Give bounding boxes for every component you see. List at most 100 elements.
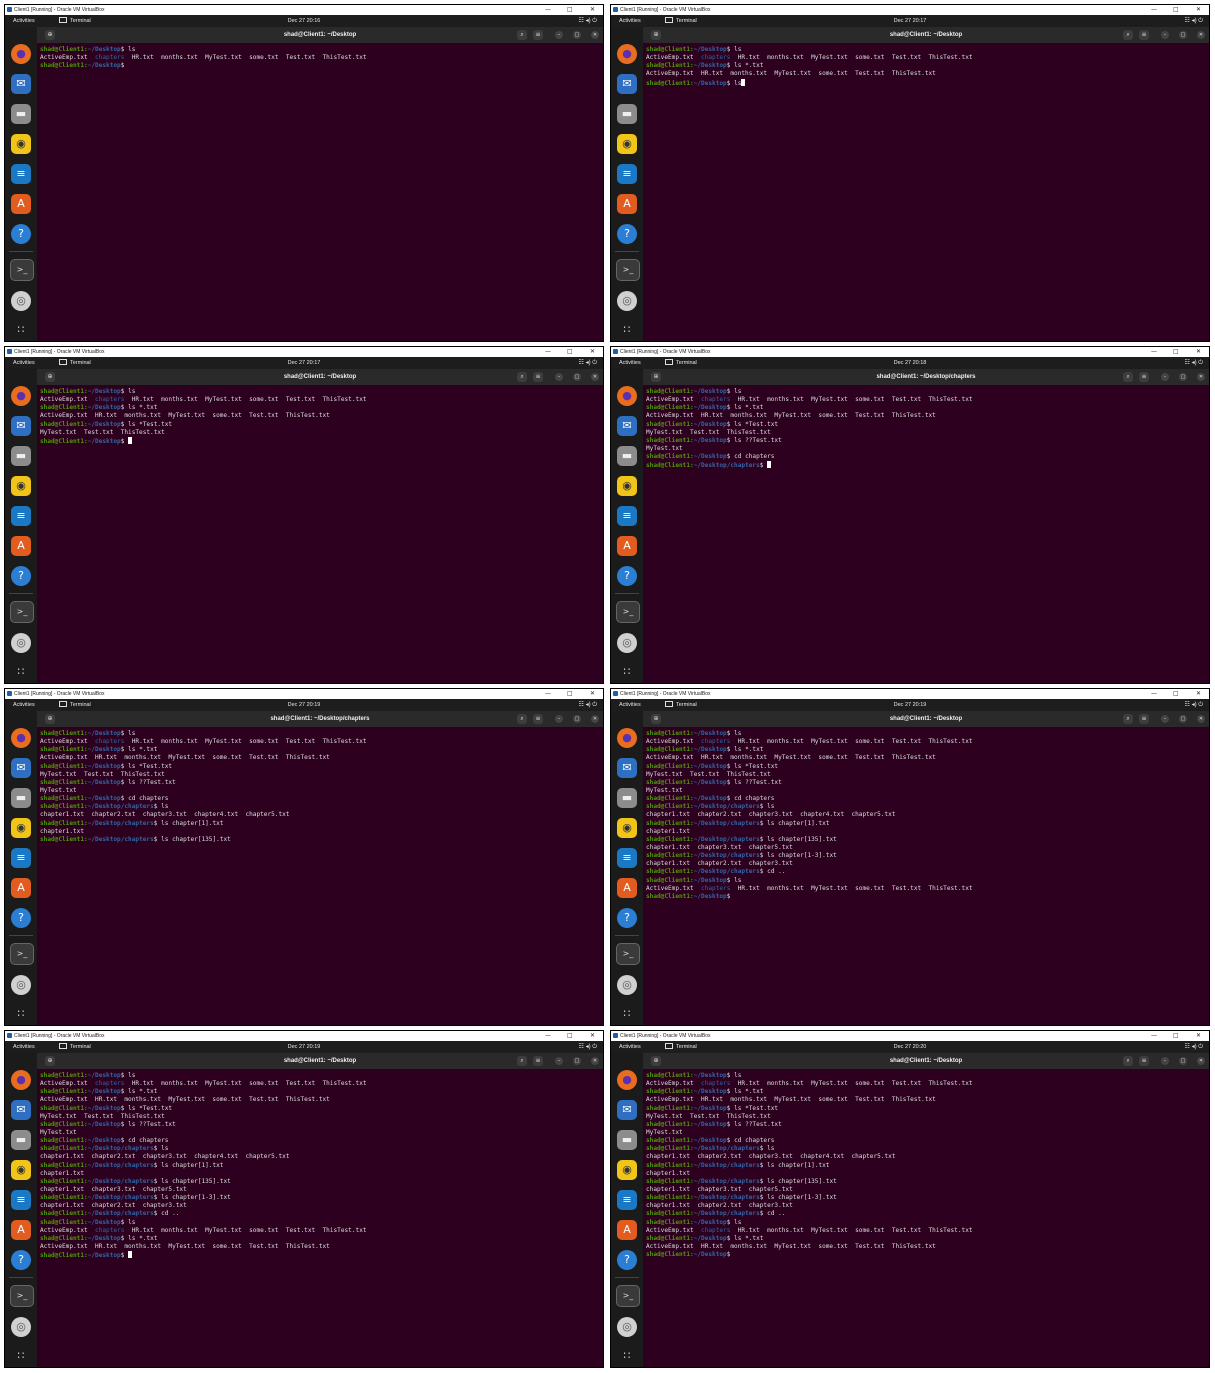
search-icon[interactable]: ⌕ (1123, 714, 1133, 724)
vbox-maximize-icon[interactable]: □ (1173, 347, 1179, 357)
software-icon[interactable]: A (11, 536, 31, 556)
menu-icon[interactable]: ≡ (1139, 372, 1149, 382)
thunderbird-icon[interactable]: ✉ (11, 416, 31, 436)
terminal-icon[interactable]: >_ (616, 259, 640, 281)
help-icon[interactable]: ? (617, 1250, 637, 1270)
terminal-maximize-button[interactable]: □ (1179, 31, 1187, 39)
clock[interactable]: Dec 27 20:19 (611, 699, 1209, 711)
rhythmbox-icon[interactable]: ◉ (11, 818, 31, 838)
terminal-minimize-button[interactable]: – (555, 1057, 563, 1065)
search-icon[interactable]: ⌕ (1123, 1056, 1133, 1066)
vbox-maximize-icon[interactable]: □ (1173, 1031, 1179, 1041)
vbox-maximize-icon[interactable]: □ (567, 5, 573, 15)
rhythmbox-icon[interactable]: ◉ (617, 1160, 637, 1180)
clock[interactable]: Dec 27 20:17 (611, 15, 1209, 27)
menu-icon[interactable]: ≡ (533, 372, 543, 382)
rhythmbox-icon[interactable]: ◉ (617, 134, 637, 154)
menu-icon[interactable]: ≡ (1139, 30, 1149, 40)
terminal-output[interactable]: shad@Client1:~/Desktop$ ls ActiveEmp.txt … (40, 730, 600, 1025)
writer-icon[interactable]: ≡ (617, 1190, 637, 1210)
software-icon[interactable]: A (11, 194, 31, 214)
terminal-output[interactable]: shad@Client1:~/Desktop$ ls ActiveEmp.txt … (646, 1072, 1206, 1367)
rhythmbox-icon[interactable]: ◉ (11, 1160, 31, 1180)
files-icon[interactable]: ▬ (11, 1130, 31, 1150)
rhythmbox-icon[interactable]: ◉ (617, 476, 637, 496)
terminal-output[interactable]: shad@Client1:~/Desktop$ ls ActiveEmp.txt … (646, 730, 1206, 1025)
firefox-icon[interactable]: ● (11, 44, 31, 64)
system-tray[interactable]: ☷ ◂) ⏻ (579, 357, 597, 369)
vbox-maximize-icon[interactable]: □ (1173, 689, 1179, 699)
terminal-maximize-button[interactable]: □ (1179, 715, 1187, 723)
terminal-maximize-button[interactable]: □ (573, 373, 581, 381)
writer-icon[interactable]: ≡ (11, 848, 31, 868)
software-icon[interactable]: A (617, 194, 637, 214)
software-icon[interactable]: A (617, 878, 637, 898)
terminal-maximize-button[interactable]: □ (1179, 373, 1187, 381)
apps-grid-icon[interactable]: ∷ (617, 1004, 637, 1024)
vbox-minimize-icon[interactable]: — (545, 689, 551, 699)
terminal-output[interactable]: shad@Client1:~/Desktop$ ls ActiveEmp.txt … (646, 388, 1206, 683)
terminal-window[interactable]: ⊕ shad@Client1: ~/Desktop/chapters ⌕ ≡ – □ ✕ sh… (643, 369, 1209, 683)
help-icon[interactable]: ? (617, 224, 637, 244)
system-tray[interactable]: ☷ ◂) ⏻ (1185, 1041, 1203, 1053)
help-icon[interactable]: ? (11, 908, 31, 928)
disc-icon[interactable]: ◎ (11, 1317, 31, 1337)
terminal-output[interactable]: shad@Client1:~/Desktop$ ls ActiveEmp.txt … (40, 46, 600, 341)
terminal-minimize-button[interactable]: – (1161, 373, 1169, 381)
rhythmbox-icon[interactable]: ◉ (617, 818, 637, 838)
terminal-output[interactable]: shad@Client1:~/Desktop$ ls ActiveEmp.txt … (40, 1072, 600, 1367)
terminal-icon[interactable]: >_ (10, 259, 34, 281)
writer-icon[interactable]: ≡ (11, 164, 31, 184)
thunderbird-icon[interactable]: ✉ (617, 1100, 637, 1120)
help-icon[interactable]: ? (617, 566, 637, 586)
apps-grid-icon[interactable]: ∷ (617, 320, 637, 340)
writer-icon[interactable]: ≡ (617, 164, 637, 184)
vbox-maximize-icon[interactable]: □ (567, 1031, 573, 1041)
apps-grid-icon[interactable]: ∷ (11, 1346, 31, 1366)
files-icon[interactable]: ▬ (617, 788, 637, 808)
vbox-minimize-icon[interactable]: — (545, 5, 551, 15)
terminal-minimize-button[interactable]: – (1161, 31, 1169, 39)
apps-grid-icon[interactable]: ∷ (617, 662, 637, 682)
help-icon[interactable]: ? (617, 908, 637, 928)
firefox-icon[interactable]: ● (617, 44, 637, 64)
vbox-close-icon[interactable]: ✕ (1196, 347, 1201, 357)
apps-grid-icon[interactable]: ∷ (11, 320, 31, 340)
terminal-close-button[interactable]: ✕ (591, 31, 599, 39)
files-icon[interactable]: ▬ (617, 1130, 637, 1150)
search-icon[interactable]: ⌕ (517, 1056, 527, 1066)
vbox-close-icon[interactable]: ✕ (1196, 5, 1201, 15)
help-icon[interactable]: ? (11, 224, 31, 244)
vbox-maximize-icon[interactable]: □ (567, 689, 573, 699)
vbox-close-icon[interactable]: ✕ (1196, 689, 1201, 699)
terminal-window[interactable]: ⊕ shad@Client1: ~/Desktop/chapters ⌕ ≡ – □ ✕ sh… (37, 711, 603, 1025)
terminal-maximize-button[interactable]: □ (1179, 1057, 1187, 1065)
system-tray[interactable]: ☷ ◂) ⏻ (579, 1041, 597, 1053)
firefox-icon[interactable]: ● (617, 1070, 637, 1090)
firefox-icon[interactable]: ● (11, 1070, 31, 1090)
clock[interactable]: Dec 27 20:20 (611, 1041, 1209, 1053)
terminal-window[interactable]: ⊕ shad@Client1: ~/Desktop ⌕ ≡ – □ ✕ shad@Client… (37, 1053, 603, 1367)
rhythmbox-icon[interactable]: ◉ (11, 134, 31, 154)
terminal-close-button[interactable]: ✕ (591, 1057, 599, 1065)
system-tray[interactable]: ☷ ◂) ⏻ (579, 15, 597, 27)
terminal-icon[interactable]: >_ (10, 1285, 34, 1307)
files-icon[interactable]: ▬ (617, 446, 637, 466)
terminal-maximize-button[interactable]: □ (573, 1057, 581, 1065)
terminal-window[interactable]: ⊕ shad@Client1: ~/Desktop ⌕ ≡ – □ ✕ shad@Client… (37, 369, 603, 683)
terminal-window[interactable]: ⊕ shad@Client1: ~/Desktop ⌕ ≡ – □ ✕ shad@Client… (643, 711, 1209, 1025)
menu-icon[interactable]: ≡ (533, 1056, 543, 1066)
vbox-minimize-icon[interactable]: — (1151, 1031, 1157, 1041)
disc-icon[interactable]: ◎ (11, 633, 31, 653)
terminal-icon[interactable]: >_ (616, 1285, 640, 1307)
disc-icon[interactable]: ◎ (11, 975, 31, 995)
terminal-window[interactable]: ⊕ shad@Client1: ~/Desktop ⌕ ≡ – □ ✕ shad@Client… (643, 27, 1209, 341)
writer-icon[interactable]: ≡ (617, 506, 637, 526)
terminal-close-button[interactable]: ✕ (591, 715, 599, 723)
help-icon[interactable]: ? (11, 1250, 31, 1270)
disc-icon[interactable]: ◎ (617, 975, 637, 995)
files-icon[interactable]: ▬ (11, 788, 31, 808)
terminal-close-button[interactable]: ✕ (591, 373, 599, 381)
terminal-minimize-button[interactable]: – (1161, 1057, 1169, 1065)
apps-grid-icon[interactable]: ∷ (617, 1346, 637, 1366)
